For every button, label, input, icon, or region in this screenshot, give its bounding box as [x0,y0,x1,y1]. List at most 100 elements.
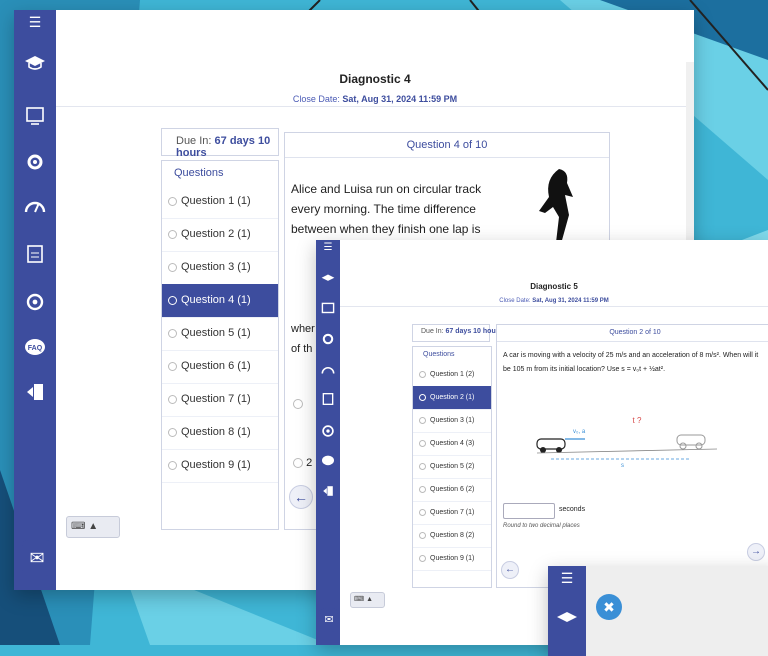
third-window: ☰ ✖ [548,566,768,656]
question-list-label: Question 4 (3) [430,440,475,447]
keyboard-toggle[interactable]: ⌨ ▲ [350,592,385,608]
page-title: Diagnostic 4 [339,72,411,86]
whiteboard-icon[interactable] [14,106,56,131]
question-list-label: Question 4 (1) [181,294,251,306]
question-text-partial-2: of th [291,343,313,355]
question-list-label: Question 1 (2) [430,371,475,378]
question-status-icon [419,554,426,562]
exit-door-icon[interactable] [14,382,56,407]
questions-panel: Questions Question 1 (2) Question 2 (1) Qu… [412,346,492,588]
answer-input[interactable] [503,503,555,519]
menu-icon[interactable]: ☰ [14,14,56,31]
previous-button[interactable]: ← [501,561,519,579]
question-list-item[interactable]: Question 1 (1) [162,185,278,219]
graduation-cap-icon[interactable] [316,272,340,290]
graduation-cap-icon[interactable] [548,610,586,633]
question-status-icon [419,531,426,539]
graduation-cap-icon[interactable] [14,54,56,77]
target-icon[interactable] [316,424,340,443]
question-list-item[interactable]: Question 5 (2) [413,455,491,479]
keyboard-toggle[interactable]: ⌨ ▲ [66,516,120,538]
due-box: Due In: 67 days 10 hours [161,128,279,159]
question-status-icon [419,416,426,424]
answer-option-a[interactable] [293,395,303,413]
question-status-icon [168,229,177,239]
menu-icon[interactable]: ☰ [316,242,340,253]
question-list-item[interactable]: Question 6 (2) [413,478,491,502]
question-list-item[interactable]: Question 1 (2) [413,363,491,387]
sidebar: ☰ FAQ ✉ [14,10,56,590]
question-list-item[interactable]: Question 9 (1) [162,449,278,483]
previous-button[interactable]: ← [289,485,313,509]
question-status-icon [168,361,177,371]
question-list-label: Question 6 (1) [181,360,251,372]
question-list-item[interactable]: Question 7 (1) [413,501,491,525]
question-status-icon [419,508,426,516]
document-icon[interactable] [316,392,340,411]
sidebar: ☰ ✉ [316,240,340,645]
question-status-icon [168,196,177,206]
question-list-item[interactable]: Question 2 (1) [413,386,491,410]
car-motion-diagram: t ? v₀, a s [536,416,718,469]
settings-gear-icon[interactable] [14,152,56,177]
due-value: 67 days 10 hours [445,328,503,335]
question-list-label: Question 1 (1) [181,195,251,207]
menu-icon[interactable]: ☰ [548,570,586,587]
question-list-label: Question 3 (1) [181,261,251,273]
mail-icon[interactable]: ✉ [22,540,52,576]
question-list-item[interactable]: Question 8 (1) [162,416,278,450]
question-list-item[interactable]: Question 9 (1) [413,547,491,571]
question-status-icon [168,262,177,272]
due-box: Due In: 67 days 10 hours [412,324,502,342]
mail-icon[interactable]: ✉ [320,608,338,632]
question-status-icon [168,427,177,437]
answer-option-b[interactable]: 2 [293,457,312,469]
document-icon[interactable] [14,244,56,269]
question-list-item[interactable]: Question 2 (1) [162,218,278,252]
question-list-label: Question 2 (1) [430,394,475,401]
question-list-item[interactable]: Question 7 (1) [162,383,278,417]
faq-icon[interactable]: FAQ [14,338,56,363]
question-status-icon [419,393,426,401]
question-status-icon [419,462,426,470]
exit-door-icon[interactable] [316,484,340,502]
questions-panel: Questions Question 1 (1) Question 2 (1) Qu… [161,160,279,530]
question-list-item[interactable]: Question 4 (3) [413,432,491,456]
tools-icon[interactable]: ✖ [596,594,622,620]
page-title: Diagnostic 5 [530,282,578,291]
question-header: Question 2 of 10 [497,325,768,342]
gauge-icon[interactable] [316,362,340,380]
settings-gear-icon[interactable] [316,332,340,351]
gauge-icon[interactable] [14,196,56,219]
question-status-icon [419,439,426,447]
question-list-item[interactable]: Question 5 (1) [162,317,278,351]
whiteboard-icon[interactable] [316,302,340,321]
question-text: Alice and Luisa run on circular track ev… [291,182,482,236]
svg-text:s: s [621,463,624,469]
question-panel: Question 2 of 10 A car is moving with a … [496,324,768,588]
question-list-label: Question 8 (1) [181,426,251,438]
question-status-icon [168,295,177,305]
answer-unit: seconds [559,506,586,513]
question-list-item[interactable]: Question 4 (1) [162,284,278,318]
question-list-item[interactable]: Question 6 (1) [162,350,278,384]
svg-text:t ?: t ? [633,416,642,425]
svg-text:v₀, a: v₀, a [573,429,586,435]
next-button[interactable]: → [747,543,765,561]
faq-icon[interactable] [316,454,340,472]
target-icon[interactable] [14,292,56,317]
close-date: Close Date: Sat, Aug 31, 2024 11:59 PM [292,94,458,104]
question-list-item[interactable]: Question 3 (1) [162,251,278,285]
question-text-partial: wher [291,323,315,335]
due-label: Due In: [421,328,444,335]
question-list-item[interactable]: Question 8 (2) [413,524,491,548]
caret-up-icon: ▲ [366,596,373,603]
question-header: Question 4 of 10 [285,133,609,158]
svg-text:FAQ: FAQ [28,345,43,352]
question-status-icon [168,394,177,404]
question-list-label: Question 7 (1) [181,393,251,405]
question-list-label: Question 5 (2) [430,463,475,470]
question-list-item[interactable]: Question 3 (1) [413,409,491,433]
caret-up-icon: ▲ [88,521,99,532]
answer-hint: Round to two decimal places [503,523,580,529]
